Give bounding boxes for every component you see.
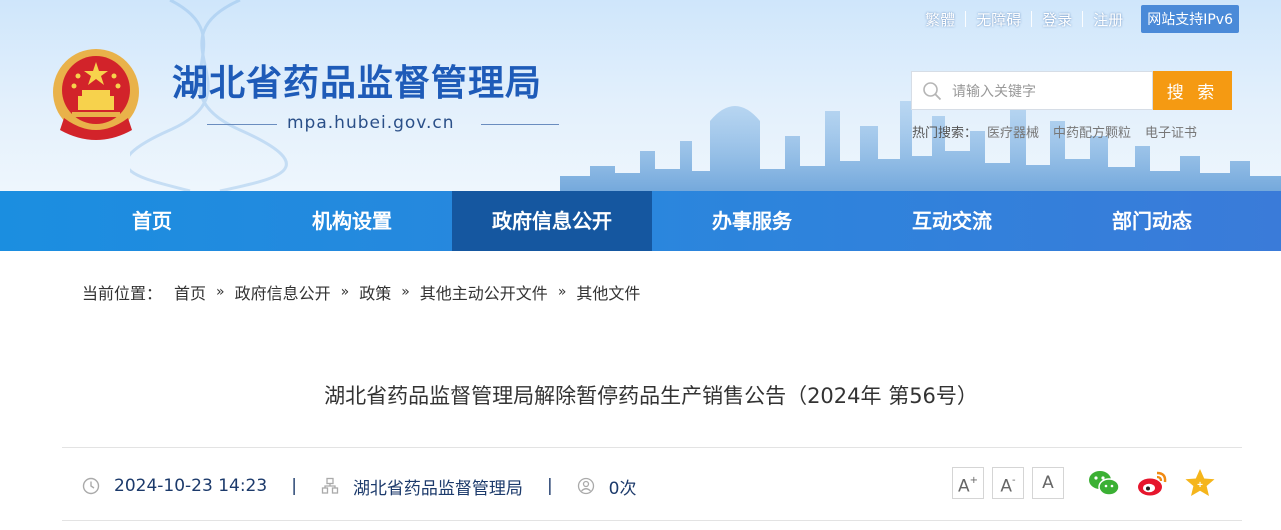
divider — [1031, 11, 1033, 27]
divider — [62, 520, 1242, 521]
accessibility-link[interactable]: 无障碍 — [966, 9, 1031, 30]
font-size-reset-label: A — [1042, 473, 1054, 493]
user-icon — [577, 477, 594, 495]
site-title: 湖北省药品监督管理局 — [172, 63, 543, 104]
nav-item-services[interactable]: 办事服务 — [652, 191, 852, 251]
minus-icon: - — [1012, 475, 1016, 486]
login-link[interactable]: 登录 — [1032, 9, 1082, 30]
favorite-star-icon[interactable]: + — [1183, 466, 1217, 500]
site-domain-text: mpa.hubei.gov.cn — [287, 113, 455, 133]
top-links: 繁體 无障碍 登录 注册 网站支持IPv6 — [915, 5, 1239, 33]
plus-icon: + — [969, 475, 979, 486]
breadcrumb-separator: » — [401, 284, 410, 300]
breadcrumb-separator: » — [340, 284, 350, 300]
nav-item-organization[interactable]: 机构设置 — [252, 191, 452, 251]
svg-text:+: + — [1197, 480, 1203, 491]
main-nav: 首页 机构设置 政府信息公开 办事服务 互动交流 部门动态 — [0, 191, 1281, 251]
publish-date: 2024-10-23 14:23 — [114, 476, 268, 496]
hot-search-label: 热门搜索： — [912, 126, 978, 141]
wechat-share-icon[interactable] — [1087, 466, 1121, 500]
font-size-large-label: A — [957, 476, 970, 497]
nav-item-news[interactable]: 部门动态 — [1052, 191, 1252, 251]
clock-icon — [82, 477, 100, 495]
site-header: 湖北省药品监督管理局 mpa.hubei.gov.cn 繁體 无障碍 登录 注册… — [0, 0, 1281, 191]
font-size-small-label: A — [1000, 476, 1013, 497]
register-link[interactable]: 注册 — [1083, 9, 1133, 30]
search-button[interactable]: 搜 索 — [1153, 71, 1232, 110]
hot-search: 热门搜索： 医疗器械 中药配方颗粒 电子证书 — [912, 122, 1211, 141]
national-emblem-logo — [53, 49, 139, 140]
search-icon — [923, 82, 942, 101]
divider — [62, 447, 1242, 448]
nav-item-gov-info[interactable]: 政府信息公开 — [452, 191, 652, 251]
search-box — [911, 71, 1153, 110]
breadcrumb: 当前位置： 首页 » 政府信息公开 » 政策 » 其他主动公开文件 » 其他文件 — [82, 281, 640, 303]
site-domain: mpa.hubei.gov.cn — [175, 112, 575, 136]
organization-icon — [321, 477, 339, 494]
hot-search-item[interactable]: 中药配方颗粒 — [1053, 122, 1131, 141]
ipv6-badge: 网站支持IPv6 — [1141, 5, 1239, 33]
font-size-reset-button[interactable]: A — [1032, 467, 1064, 499]
breadcrumb-label: 当前位置： — [82, 284, 163, 303]
meta-separator: | — [546, 476, 553, 496]
breadcrumb-item-other-public[interactable]: 其他主动公开文件 — [420, 280, 548, 304]
divider — [965, 11, 967, 27]
breadcrumb-separator: » — [216, 284, 225, 300]
font-size-small-button[interactable]: A- — [992, 467, 1024, 499]
breadcrumb-item-policy[interactable]: 政策 — [359, 280, 391, 304]
article-title: 湖北省药品监督管理局解除暂停药品生产销售公告（2024年 第56号） — [324, 384, 978, 408]
article-meta: 2024-10-23 14:23 | 湖北省药品监督管理局 | 0次 — [82, 472, 637, 500]
breadcrumb-item-other-files[interactable]: 其他文件 — [576, 280, 640, 304]
nav-item-interaction[interactable]: 互动交流 — [852, 191, 1052, 251]
search-input[interactable] — [952, 72, 1147, 109]
breadcrumb-item-gov-info[interactable]: 政府信息公开 — [235, 280, 331, 304]
traditional-chinese-link[interactable]: 繁體 — [915, 9, 965, 30]
meta-separator: | — [291, 476, 297, 496]
breadcrumb-item-home[interactable]: 首页 — [174, 280, 206, 304]
nav-item-home[interactable]: 首页 — [52, 191, 252, 251]
view-count: 0次 — [608, 478, 637, 499]
weibo-share-icon[interactable] — [1135, 466, 1169, 500]
font-size-large-button[interactable]: A+ — [952, 467, 984, 499]
breadcrumb-separator: » — [557, 284, 567, 300]
hot-search-item[interactable]: 电子证书 — [1145, 122, 1197, 141]
divider — [1082, 11, 1084, 27]
article-source: 湖北省药品监督管理局 — [352, 478, 523, 499]
hot-search-item[interactable]: 医疗器械 — [987, 122, 1039, 141]
